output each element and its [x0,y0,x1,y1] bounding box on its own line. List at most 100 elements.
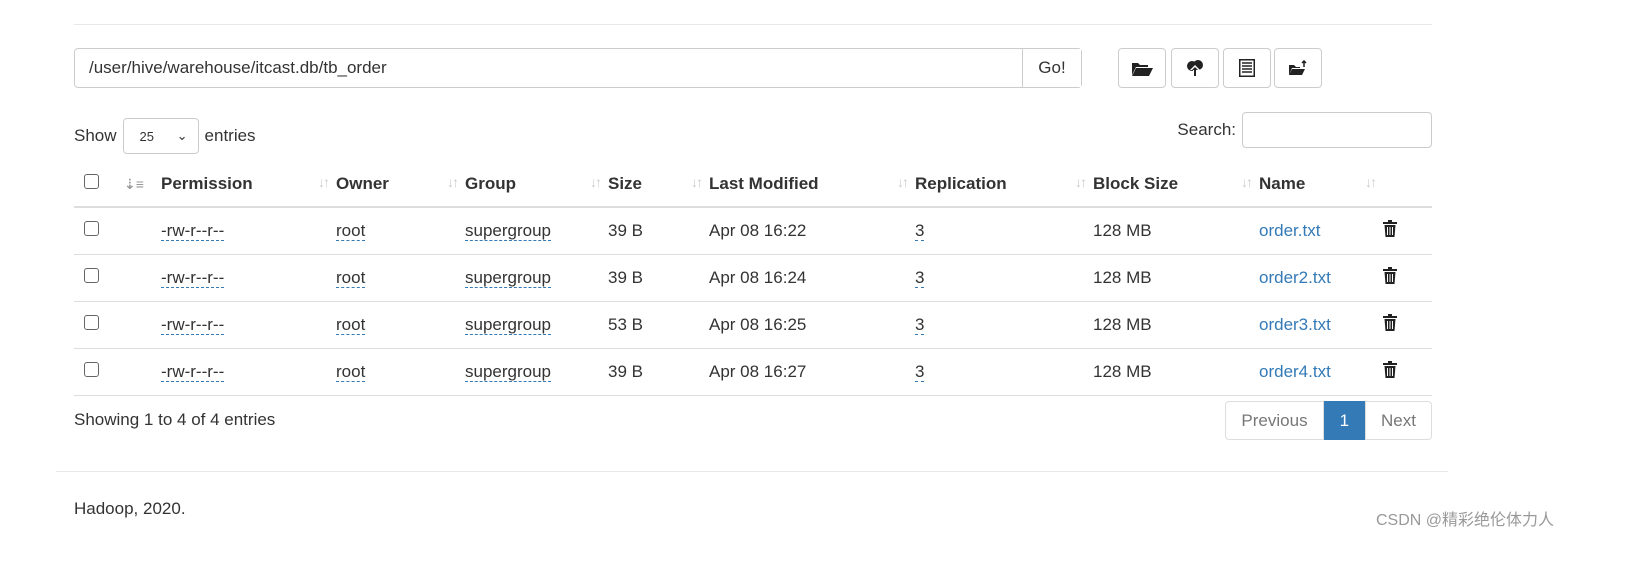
block-size-cell: 128 MB [1093,348,1259,396]
table-row: -rw-r--r-- root supergroup 53 B Apr 08 1… [74,301,1432,349]
select-all-checkbox[interactable] [84,174,99,189]
next-button[interactable]: Next [1365,401,1432,440]
column-label: Size [608,174,643,193]
column-header[interactable]: Owner ↓↑ [336,162,465,208]
permission-link[interactable]: -rw-r--r-- [161,221,225,241]
size-cell: 39 B [608,254,709,302]
sort-icon: ↓↑ [1365,174,1377,190]
column-label: Last Modified [709,174,819,193]
sort-icon: ↓↑ [318,174,330,190]
sort-icon: ↓↑ [590,174,602,190]
show-label: Show [74,126,117,145]
folder-move-icon [1289,60,1307,75]
block-size-cell: 128 MB [1093,301,1259,349]
table-info: Showing 1 to 4 of 4 entries [74,410,276,429]
watermark: CSDN @精彩绝伦体力人 [1375,512,1554,529]
pagination: Previous 1 Next [1225,401,1432,440]
modified-cell: Apr 08 16:22 [709,207,915,255]
page-1-button[interactable]: 1 [1323,401,1366,440]
owner-link[interactable]: root [336,268,366,288]
row-checkbox[interactable] [84,315,99,330]
replication-link[interactable]: 3 [915,315,925,335]
column-header[interactable]: Replication ↓↑ [915,162,1093,208]
column-header[interactable]: Group ↓↑ [465,162,608,208]
path-input[interactable] [75,49,1022,87]
sort-icon: ↓↑ [447,174,459,190]
footer-divider [56,471,1448,472]
group-link[interactable]: supergroup [465,362,552,382]
previous-button[interactable]: Previous [1225,401,1324,440]
replication-link[interactable]: 3 [915,362,925,382]
file-table: ⇣≡ Permission ↓↑ Owner ↓↑ Group ↓↑ Size ↓↑ L… [74,162,1432,396]
column-label: Permission [161,174,253,193]
file-name-link[interactable]: order4.txt [1259,362,1331,381]
permission-link[interactable]: -rw-r--r-- [161,362,225,382]
file-name-link[interactable]: order2.txt [1259,268,1331,287]
sort-icon: ↓↑ [1241,174,1253,190]
column-label: Block Size [1093,174,1179,193]
sort-icon: ↓↑ [1075,174,1087,190]
trash-icon[interactable] [1383,220,1397,241]
footer: Hadoop, 2020. [74,499,186,518]
permission-link[interactable]: -rw-r--r-- [161,315,225,335]
file-name-link[interactable]: order3.txt [1259,315,1331,334]
column-label: Group [465,174,516,193]
block-size-cell: 128 MB [1093,254,1259,302]
owner-link[interactable]: root [336,315,366,335]
column-header[interactable]: Size ↓↑ [608,162,709,208]
column-header[interactable]: Block Size ↓↑ [1093,162,1259,208]
owner-link[interactable]: root [336,362,366,382]
modified-cell: Apr 08 16:27 [709,348,915,396]
modified-cell: Apr 08 16:24 [709,254,915,302]
list-button[interactable] [1223,48,1271,88]
sort-amount-icon: ⇣≡ [124,176,144,192]
replication-link[interactable]: 3 [915,221,925,241]
move-button[interactable] [1274,48,1322,88]
group-link[interactable]: supergroup [465,221,552,241]
file-name-link[interactable]: order.txt [1259,221,1320,240]
table-row: -rw-r--r-- root supergroup 39 B Apr 08 1… [74,207,1432,255]
column-header[interactable]: Name ↓↑ [1259,162,1383,208]
sort-default-header[interactable]: ⇣≡ [124,162,161,208]
sort-icon: ↓↑ [691,174,703,190]
chevron-down-icon: ⌄ [176,128,188,143]
entries-label: entries [204,126,256,145]
size-cell: 53 B [608,301,709,349]
column-header[interactable]: Permission ↓↑ [161,162,336,208]
list-alt-icon [1239,59,1255,77]
row-checkbox[interactable] [84,268,99,283]
permission-link[interactable]: -rw-r--r-- [161,268,225,288]
column-header[interactable]: Last Modified ↓↑ [709,162,915,208]
table-row: -rw-r--r-- root supergroup 39 B Apr 08 1… [74,254,1432,302]
folder-open-icon [1132,63,1153,76]
group-link[interactable]: supergroup [465,268,552,288]
row-checkbox[interactable] [84,362,99,377]
search-label: Search: [1177,120,1236,139]
page-length-select[interactable]: 25 ⌄ [122,118,199,154]
replication-link[interactable]: 3 [915,268,925,288]
upload-button[interactable] [1171,48,1219,88]
search: Search: [1177,112,1432,148]
page-length: Show 25 ⌄ entries [74,118,256,154]
page-length-value: 25 [139,128,154,144]
column-label: Name [1259,174,1306,193]
trash-icon[interactable] [1383,314,1397,335]
sort-icon: ↓↑ [897,174,909,190]
size-cell: 39 B [608,207,709,255]
path-bar: Go! [74,48,1082,88]
table-row: -rw-r--r-- root supergroup 39 B Apr 08 1… [74,348,1432,396]
trash-icon[interactable] [1383,361,1397,382]
column-label: Owner [336,174,389,193]
modified-cell: Apr 08 16:25 [709,301,915,349]
block-size-cell: 128 MB [1093,207,1259,255]
browse-folder-button[interactable] [1118,48,1166,88]
go-button[interactable]: Go! [1022,49,1081,87]
group-link[interactable]: supergroup [465,315,552,335]
row-checkbox[interactable] [84,221,99,236]
owner-link[interactable]: root [336,221,366,241]
search-input[interactable] [1242,112,1432,148]
size-cell: 39 B [608,348,709,396]
trash-icon[interactable] [1383,267,1397,288]
divider [74,24,1432,25]
cloud-upload-icon [1187,60,1203,77]
